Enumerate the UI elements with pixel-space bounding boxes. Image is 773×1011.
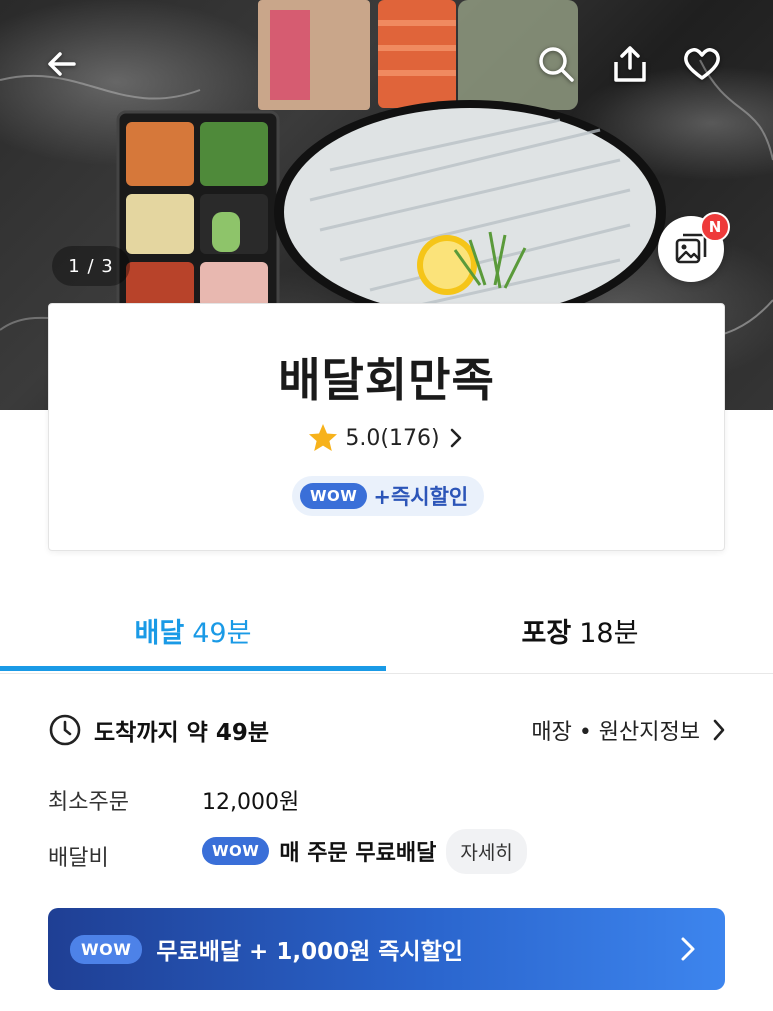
back-button[interactable] — [36, 38, 88, 90]
new-badge: N — [700, 212, 730, 242]
tab-pickup-label: 포장 — [521, 617, 572, 649]
store-origin-info-label: 매장 • 원산지정보 — [531, 720, 700, 745]
chevron-right-icon — [450, 428, 461, 448]
search-button[interactable] — [530, 38, 582, 90]
delivery-fee-detail-button[interactable]: 자세히 — [446, 828, 527, 874]
back-arrow-icon — [48, 52, 76, 76]
chevron-right-icon — [713, 719, 725, 741]
tab-pickup-time: 18분 — [579, 617, 639, 649]
eta-row: 도착까지 약 49분 매장 • 원산지정보 — [48, 710, 728, 750]
min-order-label: 최소주문 — [48, 790, 129, 815]
tab-pickup[interactable]: 포장 18분 — [387, 590, 773, 670]
share-button[interactable] — [604, 38, 656, 90]
tab-delivery-time: 49분 — [192, 617, 252, 649]
store-origin-info-link[interactable]: 매장 • 원산지정보 — [531, 714, 728, 746]
chevron-right-icon — [681, 937, 695, 961]
wow-free-delivery-banner[interactable]: WOW 무료배달 + 1,000원 즉시할인 — [48, 908, 725, 990]
store-name: 배달회만족 — [278, 353, 495, 407]
share-icon — [614, 46, 646, 82]
tab-delivery[interactable]: 배달 49분 — [0, 590, 386, 670]
wow-promo-text: +즉시할인 — [373, 485, 469, 509]
delivery-fee-row: WOW 매 주문 무료배달 자세히 — [202, 828, 527, 874]
image-counter: 1 / 3 — [52, 246, 130, 286]
delivery-fee-label: 배달비 — [48, 846, 109, 871]
banner-text: 무료배달 + 1,000원 즉시할인 — [156, 939, 463, 965]
rating-value: 5.0(176) — [345, 425, 440, 451]
search-icon — [539, 47, 574, 82]
tab-delivery-label: 배달 — [134, 617, 185, 649]
delivery-fee-text: 매 주문 무료배달 — [279, 841, 437, 866]
clock-icon — [49, 714, 81, 746]
wow-promo-badge: WOW +즉시할인 — [292, 476, 484, 516]
eta-text: 도착까지 약 49분 — [94, 720, 269, 746]
store-card: 배달회만족 5.0(176) WOW +즉시할인 — [48, 303, 725, 551]
wow-badge: WOW — [70, 934, 143, 964]
favorite-button[interactable] — [676, 38, 728, 90]
photo-gallery-icon — [675, 233, 707, 264]
star-icon — [309, 424, 338, 451]
min-order-value: 12,000원 — [202, 790, 300, 815]
rating-link[interactable]: 5.0(176) — [49, 422, 724, 454]
heart-icon — [684, 48, 720, 80]
order-type-tabs: 배달 49분 포장 18분 — [0, 590, 773, 674]
tab-active-indicator — [0, 666, 386, 671]
wow-badge: WOW — [202, 837, 270, 865]
wow-badge: WOW — [300, 483, 368, 509]
